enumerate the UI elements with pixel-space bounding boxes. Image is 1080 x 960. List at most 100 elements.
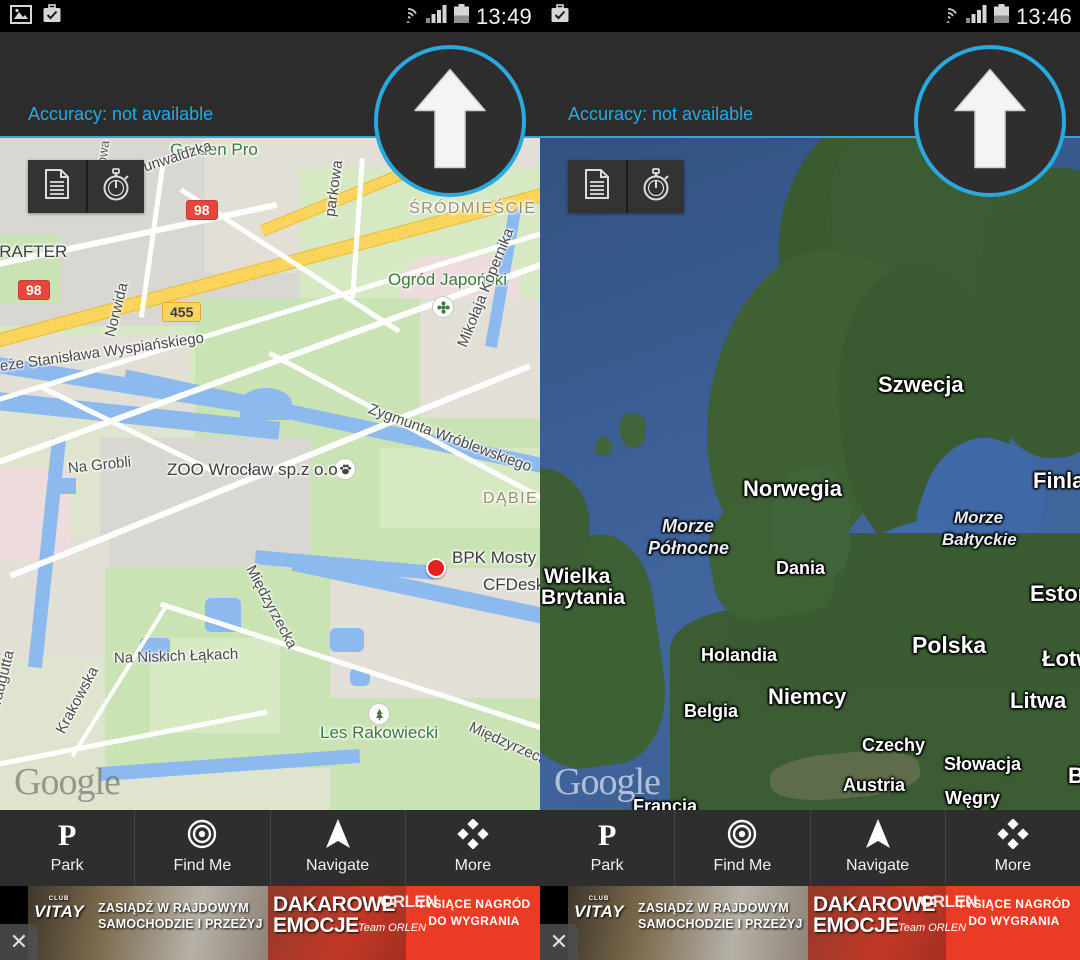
close-x-icon[interactable]: ✕: [540, 924, 578, 960]
route-shield: 98: [186, 200, 218, 220]
north-arrow-icon: [412, 67, 488, 176]
close-x-icon[interactable]: ✕: [0, 924, 38, 960]
tab-find-me[interactable]: Find Me: [675, 810, 811, 886]
ad-brand-vitay: CLUB VITAY: [574, 896, 624, 922]
status-bar-right: 13:46: [540, 0, 1080, 32]
satellite-label: Łotwa: [1042, 646, 1080, 671]
satellite-label: Polska: [912, 632, 987, 658]
status-right-right-icons: 13:46: [937, 3, 1072, 30]
satellite-label: Słowacja: [944, 754, 1022, 774]
status-bar: 13:49 13:46: [0, 0, 1080, 32]
compass-north-button-left[interactable]: [374, 45, 526, 197]
tab-icon: [865, 818, 891, 851]
route-shield: 455: [162, 302, 202, 322]
tab-find-me[interactable]: Find Me: [135, 810, 271, 886]
tab-icon: [187, 819, 217, 854]
ad-title-line1: DAKAROWE: [273, 893, 396, 916]
satellite-canvas[interactable]: Szwecja Norwegia Finlandia Estonia Łotwa Litw…: [540, 138, 1080, 810]
map-label: GRAFTER: [0, 242, 68, 261]
poi-forest-tree-icon[interactable]: [368, 703, 390, 725]
ad-banner-left[interactable]: CLUB VITAY ZASIĄDŹ W RAJDOWYM SAMOCHODZI…: [0, 886, 540, 960]
ad-brand-vitay: CLUB VITAY: [34, 896, 84, 922]
tab-bar-right: P Park Find Me Navigate More: [540, 810, 1080, 886]
google-watermark-right: Google: [554, 761, 661, 803]
ad-prizes-text: TYSIĄCE NAGRÓD DO WYGRANIA: [417, 897, 531, 928]
ad-banners: CLUB VITAY ZASIĄDŹ W RAJDOWYM SAMOCHODZI…: [0, 886, 1080, 960]
briefcase-check-icon: [42, 4, 62, 29]
map-area: Garden ProGrunwaldzkaPiaskowaGRAFTERNorw…: [0, 138, 1080, 810]
tab-navigate[interactable]: Navigate: [811, 810, 946, 886]
tab-icon: [997, 817, 1029, 854]
satellite-label: Szwecja: [878, 372, 964, 397]
navigation-arrow-icon: [865, 818, 891, 855]
stopwatch-tool-button-right[interactable]: [626, 160, 684, 213]
ad-creative-right[interactable]: CLUB VITAY ZASIĄDŹ W RAJDOWYM SAMOCHODZI…: [568, 886, 1080, 960]
tab-icon: [325, 818, 351, 851]
status-left-right-icons: 13:49: [397, 3, 532, 30]
ad-headline: ZASIĄDŹ W RAJDOWYM SAMOCHODZIE I PRZEŻYJ: [638, 901, 803, 931]
satellite-label: Węgry: [945, 788, 1001, 808]
map-tools-left: [28, 160, 144, 213]
status-right-icons: [550, 4, 570, 29]
poi-garden-icon[interactable]: [432, 296, 454, 318]
notes-tool-button-right[interactable]: [568, 160, 626, 213]
satellite-label: Niemcy: [768, 684, 847, 709]
four-diamonds-icon: [997, 817, 1029, 854]
satellite-label: Północne: [648, 538, 730, 558]
map-label: ZOO Wrocław sp.z o.o: [167, 460, 338, 479]
stopwatch-icon: [101, 167, 131, 206]
stopwatch-icon: [641, 167, 671, 206]
tab-more[interactable]: More: [946, 810, 1080, 886]
satellite-label: Belgia: [684, 701, 739, 721]
satellite-label: Estonia: [1030, 581, 1080, 606]
notes-tool-button-left[interactable]: [28, 160, 86, 213]
stopwatch-tool-button-left[interactable]: [86, 160, 144, 213]
tab-label: More: [454, 857, 492, 874]
briefcase-check-icon: [550, 4, 570, 29]
tab-more[interactable]: More: [406, 810, 540, 886]
tab-label: Navigate: [846, 857, 910, 874]
signal-icon: [965, 4, 987, 29]
park-p-icon: P: [597, 819, 617, 852]
compass-north-button-right[interactable]: [914, 45, 1066, 197]
ad-banner-right[interactable]: CLUB VITAY ZASIĄDŹ W RAJDOWYM SAMOCHODZI…: [540, 886, 1080, 960]
satellite-label: Finlandia: [1033, 468, 1080, 493]
tab-label: Find Me: [173, 857, 232, 874]
satellite-label: Brytania: [541, 586, 626, 609]
tab-icon: [727, 819, 757, 854]
document-notes-icon: [584, 169, 610, 204]
tab-label: More: [994, 857, 1032, 874]
ad-brand-name: VITAY: [574, 902, 625, 921]
tab-icon: P: [58, 821, 76, 851]
status-left-icons: [10, 4, 62, 29]
current-position-marker[interactable]: [426, 558, 446, 578]
map-label: ŚRÓDMIEŚCIE: [409, 200, 537, 217]
tab-park[interactable]: P Park: [540, 810, 676, 886]
target-icon: [727, 819, 757, 854]
screen-root: 13:49 13:46 Accuracy: not available Accu…: [0, 0, 1080, 960]
app-headers: Accuracy: not available Accuracy: not av…: [0, 32, 1080, 197]
map-tools-right: [568, 160, 684, 213]
roadmap-canvas[interactable]: Garden ProGrunwaldzkaPiaskowaGRAFTERNorw…: [0, 138, 540, 810]
tab-label: Park: [590, 857, 624, 874]
ad-brand-name: VITAY: [34, 902, 85, 921]
tab-label: Park: [50, 857, 84, 874]
tab-navigate[interactable]: Navigate: [271, 810, 406, 886]
header-right: Accuracy: not available: [540, 32, 1080, 197]
status-bar-left: 13:49: [0, 0, 540, 32]
map-panel-left[interactable]: Garden ProGrunwaldzkaPiaskowaGRAFTERNorw…: [0, 138, 540, 810]
bottom-tab-bars: P Park Find Me Navigate More P Park Find Me Nav…: [0, 810, 1080, 886]
tab-park[interactable]: P Park: [0, 810, 136, 886]
accuracy-label-left: Accuracy: not available: [28, 104, 214, 124]
satellite-label: Morze: [662, 516, 715, 536]
satellite-label: Holandia: [701, 645, 778, 665]
satellite-label: Morze: [954, 508, 1004, 527]
ad-creative-left[interactable]: CLUB VITAY ZASIĄDŹ W RAJDOWYM SAMOCHODZI…: [28, 886, 540, 960]
target-icon: [187, 819, 217, 854]
route-shield: 98: [18, 280, 50, 300]
satellite-label: Czechy: [862, 735, 926, 755]
map-panel-right[interactable]: Szwecja Norwegia Finlandia Estonia Łotwa Litw…: [540, 138, 1080, 810]
status-time-left: 13:49: [475, 3, 532, 29]
accuracy-label-right: Accuracy: not available: [568, 104, 754, 124]
ad-prizes-text: TYSIĄCE NAGRÓD DO WYGRANIA: [957, 897, 1071, 928]
